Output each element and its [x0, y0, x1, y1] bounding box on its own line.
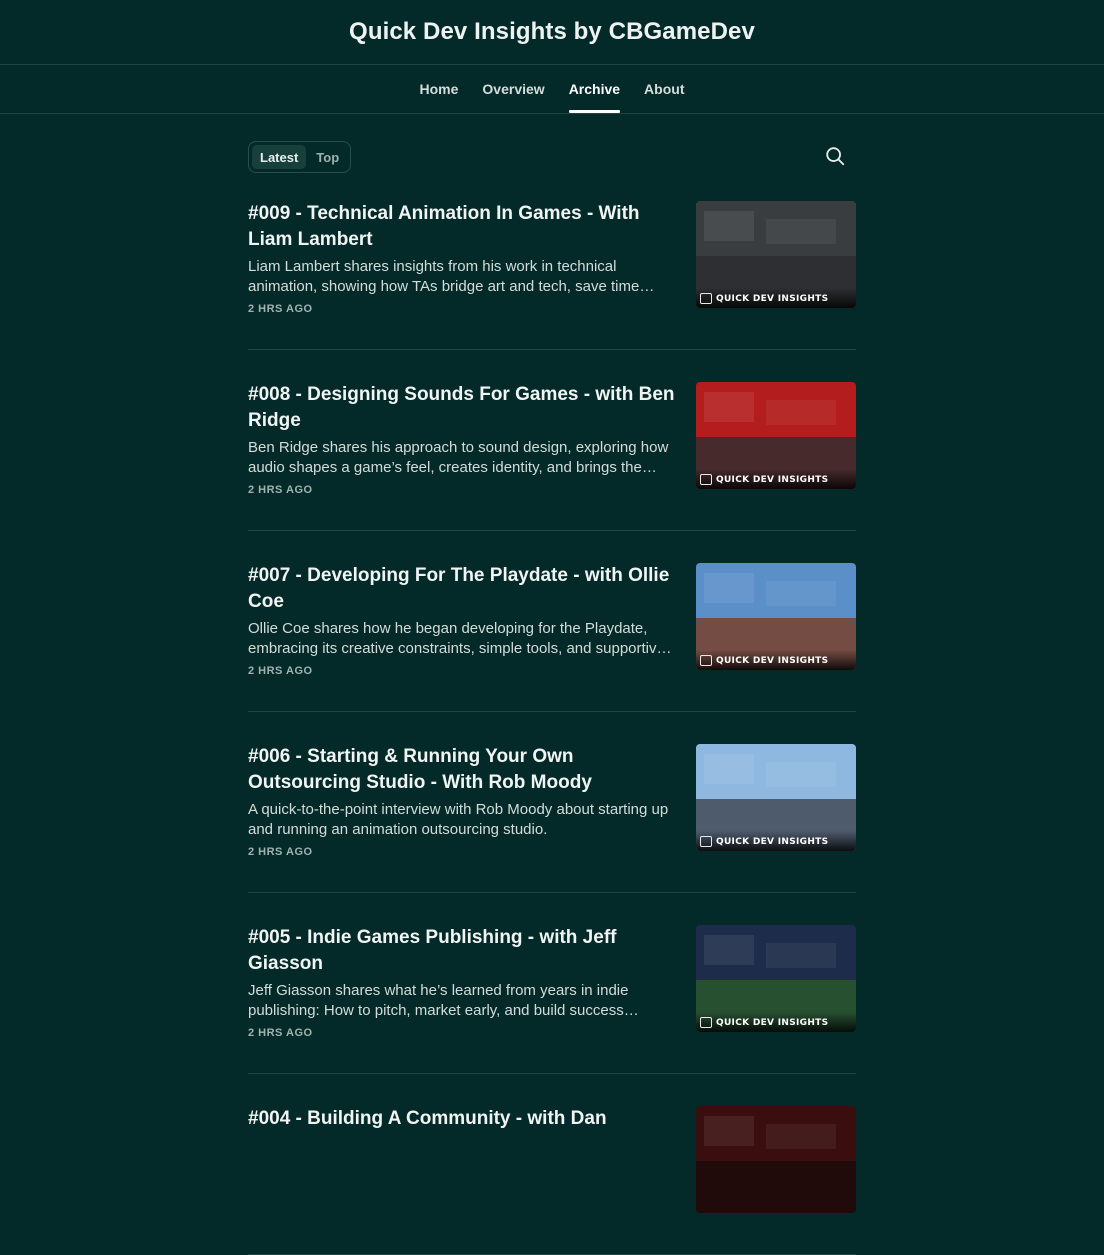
chat-icon [700, 655, 712, 666]
thumbnail-caption: QUICK DEV INSIGHTS [696, 650, 856, 670]
nav-home[interactable]: Home [408, 65, 471, 113]
post-text: #006 - Starting & Running Your Own Outso… [248, 744, 676, 892]
chat-icon [700, 836, 712, 847]
post-title[interactable]: #009 - Technical Animation In Games - Wi… [248, 201, 676, 253]
post-item[interactable]: #007 - Developing For The Playdate - wit… [248, 547, 856, 712]
post-thumbnail[interactable]: QUICK DEV INSIGHTS [696, 382, 856, 489]
site-title[interactable]: Quick Dev Insights by CBGameDev [349, 18, 755, 46]
post-date: 2 HRS AGO [248, 484, 313, 496]
thumbnail-text: QUICK DEV INSIGHTS [716, 475, 829, 485]
thumbnail-text: QUICK DEV INSIGHTS [716, 837, 829, 847]
sort-top-button[interactable]: Top [308, 145, 347, 169]
post-item[interactable]: #004 - Building A Community - with Dan [248, 1090, 856, 1255]
site-header: Quick Dev Insights by CBGameDev [0, 0, 1104, 65]
post-date: 2 HRS AGO [248, 846, 313, 858]
post-list: #009 - Technical Animation In Games - Wi… [248, 185, 856, 1255]
post-title[interactable]: #004 - Building A Community - with Dan [248, 1106, 676, 1132]
post-item[interactable]: #006 - Starting & Running Your Own Outso… [248, 728, 856, 893]
main-nav: Home Overview Archive About [0, 65, 1104, 114]
post-description: Ben Ridge shares his approach to sound d… [248, 439, 669, 476]
chat-icon [700, 474, 712, 485]
post-date: 2 HRS AGO [248, 1027, 313, 1039]
thumbnail-text: QUICK DEV INSIGHTS [716, 294, 829, 304]
post-title[interactable]: #007 - Developing For The Playdate - wit… [248, 563, 676, 615]
post-title[interactable]: #008 - Designing Sounds For Games - with… [248, 382, 676, 434]
post-text: #005 - Indie Games Publishing - with Jef… [248, 925, 676, 1073]
filter-row: Latest Top [248, 137, 856, 177]
thumbnail-caption: QUICK DEV INSIGHTS [696, 288, 856, 308]
thumbnail-caption: QUICK DEV INSIGHTS [696, 1012, 856, 1032]
nav-about[interactable]: About [632, 65, 696, 113]
post-description: A quick-to-the-point interview with Rob … [248, 801, 669, 838]
post-thumbnail[interactable]: QUICK DEV INSIGHTS [696, 201, 856, 308]
post-date: 2 HRS AGO [248, 665, 313, 677]
post-title[interactable]: #006 - Starting & Running Your Own Outso… [248, 744, 676, 796]
post-title[interactable]: #005 - Indie Games Publishing - with Jef… [248, 925, 676, 977]
post-description: Jeff Giasson shares what he’s learned fr… [248, 982, 639, 1019]
thumbnail-caption: QUICK DEV INSIGHTS [696, 831, 856, 851]
thumbnail-caption: QUICK DEV INSIGHTS [696, 469, 856, 489]
post-text: #008 - Designing Sounds For Games - with… [248, 382, 676, 530]
sort-latest-button[interactable]: Latest [252, 145, 307, 169]
post-date: 2 HRS AGO [248, 303, 313, 315]
search-button[interactable] [824, 145, 848, 169]
post-thumbnail[interactable] [696, 1106, 856, 1213]
post-text: #007 - Developing For The Playdate - wit… [248, 563, 676, 711]
sort-toggle: Latest Top [248, 141, 352, 173]
post-thumbnail[interactable]: QUICK DEV INSIGHTS [696, 563, 856, 670]
archive-content: Latest Top #009 - Technical Animation In… [248, 137, 856, 1255]
thumbnail-text: QUICK DEV INSIGHTS [716, 656, 829, 666]
thumbnail-text: QUICK DEV INSIGHTS [716, 1018, 829, 1028]
post-thumbnail[interactable]: QUICK DEV INSIGHTS [696, 925, 856, 1032]
post-text: #004 - Building A Community - with Dan [248, 1106, 676, 1254]
post-item[interactable]: #008 - Designing Sounds For Games - with… [248, 366, 856, 531]
nav-archive[interactable]: Archive [557, 65, 632, 113]
thumbnail-image [696, 1106, 856, 1213]
post-item[interactable]: #005 - Indie Games Publishing - with Jef… [248, 909, 856, 1074]
nav-overview[interactable]: Overview [470, 65, 556, 113]
chat-icon [700, 1017, 712, 1028]
post-description: Liam Lambert shares insights from his wo… [248, 258, 655, 295]
post-thumbnail[interactable]: QUICK DEV INSIGHTS [696, 744, 856, 851]
chat-icon [700, 293, 712, 304]
post-text: #009 - Technical Animation In Games - Wi… [248, 201, 676, 349]
post-description: Ollie Coe shares how he began developing… [248, 620, 672, 657]
post-item[interactable]: #009 - Technical Animation In Games - Wi… [248, 185, 856, 350]
search-icon [826, 147, 845, 166]
